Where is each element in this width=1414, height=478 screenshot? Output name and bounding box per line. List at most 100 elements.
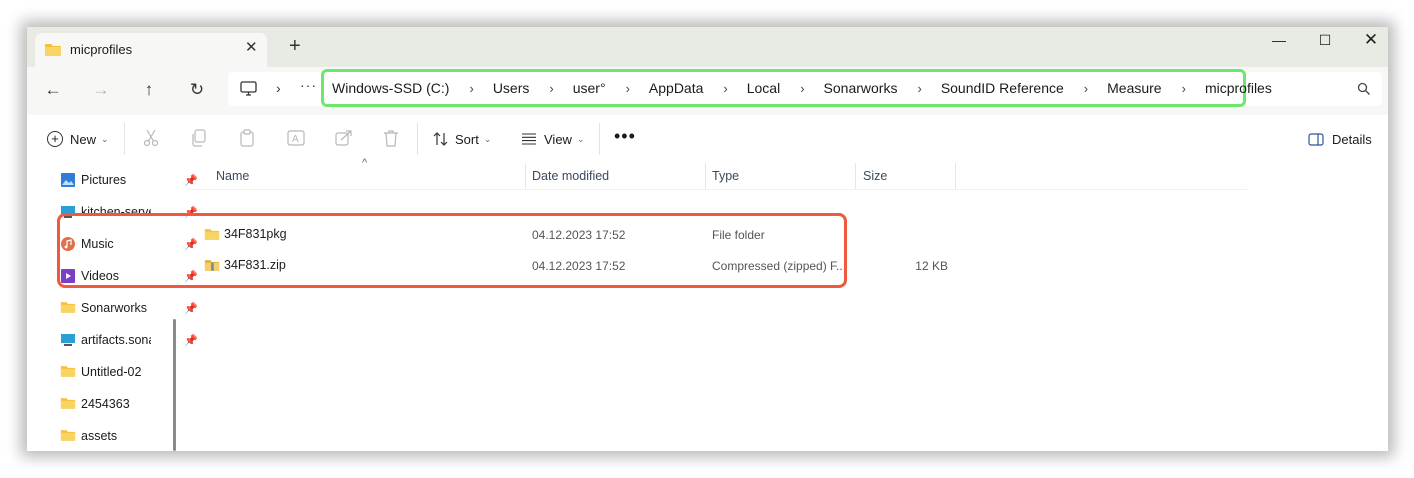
sidebar-item-2454363[interactable]: 2454363 — [60, 393, 170, 415]
breadcrumb-separator[interactable]: › — [917, 81, 921, 96]
breadcrumb-separator[interactable]: › — [1182, 81, 1186, 96]
new-button[interactable]: + New ⌄ — [47, 127, 109, 151]
paste-icon[interactable] — [239, 129, 255, 152]
breadcrumb-item[interactable]: Local — [747, 80, 780, 96]
breadcrumb-item[interactable]: AppData — [649, 80, 703, 96]
tab-micprofiles[interactable]: micprofiles ✕ — [35, 33, 267, 67]
view-icon — [522, 133, 536, 145]
sidebar-scrollbar[interactable] — [173, 319, 176, 451]
folder-icon — [204, 227, 220, 244]
folder-icon — [60, 428, 76, 444]
close-tab-button[interactable]: ✕ — [245, 38, 258, 56]
chevron-down-icon: ⌄ — [483, 133, 492, 144]
up-button[interactable]: ↑ — [137, 79, 161, 103]
zip-folder-icon — [204, 258, 220, 275]
column-divider[interactable] — [705, 163, 706, 189]
file-name: 34F831.zip — [224, 258, 286, 272]
rename-icon[interactable]: A — [287, 129, 305, 152]
details-pane-icon — [1308, 132, 1324, 146]
maximize-button[interactable]: ☐ — [1302, 27, 1348, 55]
sidebar-item-untitled-02[interactable]: Untitled-02 — [60, 361, 170, 383]
toolbar-divider — [124, 123, 125, 155]
music-icon — [60, 236, 76, 252]
svg-text:A: A — [292, 134, 299, 145]
sort-button[interactable]: Sort ⌄ — [433, 127, 491, 151]
close-window-button[interactable]: ✕ — [1348, 27, 1388, 55]
details-button[interactable]: Details — [1308, 127, 1372, 151]
table-row[interactable]: 34F831.zip 04.12.2023 17:52 Compressed (… — [197, 252, 957, 280]
search-icon[interactable] — [1357, 82, 1371, 101]
file-list: ^ Name Date modified Type Size 34F831pkg… — [187, 157, 1388, 451]
sidebar-item-kitchen-server[interactable]: kitchen-server 📌 — [60, 201, 198, 223]
table-row[interactable]: 34F831pkg 04.12.2023 17:52 File folder — [197, 221, 957, 249]
more-options-button[interactable]: ••• — [614, 124, 636, 148]
share-icon[interactable] — [335, 129, 353, 152]
breadcrumb-separator[interactable]: › — [626, 81, 630, 96]
breadcrumb-separator[interactable]: › — [723, 81, 727, 96]
cut-icon[interactable] — [143, 129, 159, 152]
forward-button[interactable]: → — [89, 79, 113, 103]
view-button[interactable]: View ⌄ — [521, 127, 585, 151]
breadcrumb-separator[interactable]: › — [549, 81, 553, 96]
plus-icon: + — [47, 131, 63, 147]
breadcrumb-item-current[interactable]: micprofiles — [1205, 80, 1272, 96]
breadcrumb-item[interactable]: user° — [573, 80, 606, 96]
file-explorer-window: micprofiles ✕ + — ☐ ✕ ← → ↑ ↻ › ··· Wind… — [27, 27, 1388, 451]
breadcrumb-item[interactable]: Sonarworks — [824, 80, 898, 96]
network-drive-icon — [60, 204, 76, 220]
sidebar-item-artifacts[interactable]: artifacts.sonarworks 📌 — [60, 329, 198, 351]
new-tab-button[interactable]: + — [289, 35, 301, 58]
copy-icon[interactable] — [191, 129, 207, 152]
breadcrumb-item[interactable]: Users — [493, 80, 530, 96]
sort-ascending-icon: ^ — [362, 157, 368, 169]
sidebar-item-videos[interactable]: Videos 📌 — [60, 265, 198, 287]
back-button[interactable]: ← — [41, 79, 65, 103]
file-date: 04.12.2023 17:52 — [532, 228, 626, 242]
sidebar-item-pictures[interactable]: Pictures 📌 — [60, 169, 198, 191]
pictures-icon — [60, 172, 76, 188]
videos-icon — [60, 268, 76, 284]
sidebar-item-assets[interactable]: assets — [60, 425, 170, 447]
sort-label: Sort — [455, 131, 479, 147]
delete-icon[interactable] — [383, 129, 399, 152]
sort-icon — [433, 132, 448, 146]
folder-icon — [60, 364, 76, 380]
toolbar-divider — [417, 123, 418, 155]
folder-icon — [60, 396, 76, 412]
refresh-button[interactable]: ↻ — [185, 79, 209, 103]
breadcrumb-separator[interactable]: › — [276, 80, 281, 96]
details-label: Details — [1332, 131, 1372, 147]
breadcrumb-item[interactable]: SoundID Reference — [941, 80, 1064, 96]
address-row: ← → ↑ ↻ › ··· Windows-SSD (C:) › Users ›… — [27, 67, 1388, 115]
file-type: File folder — [712, 228, 765, 242]
column-header-name[interactable]: Name — [216, 163, 249, 189]
breadcrumb-overflow-button[interactable]: ··· — [300, 77, 317, 93]
chevron-down-icon: ⌄ — [576, 133, 585, 144]
address-bar[interactable]: › ··· Windows-SSD (C:) › Users › user° ›… — [228, 69, 1382, 107]
column-header-type[interactable]: Type — [712, 163, 739, 189]
breadcrumb-item[interactable]: Measure — [1107, 80, 1161, 96]
minimize-button[interactable]: — — [1256, 27, 1302, 55]
breadcrumb-separator[interactable]: › — [1084, 81, 1088, 96]
header-divider — [187, 189, 1247, 190]
new-label: New — [70, 131, 97, 147]
command-bar: + New ⌄ A Sort ⌄ View ⌄ ••• Details — [27, 115, 1388, 163]
column-divider[interactable] — [855, 163, 856, 189]
column-header-date[interactable]: Date modified — [532, 163, 609, 189]
breadcrumb-separator[interactable]: › — [469, 81, 473, 96]
file-size: 12 KB — [915, 259, 948, 273]
folder-icon — [60, 300, 76, 316]
file-date: 04.12.2023 17:52 — [532, 259, 626, 273]
file-name: 34F831pkg — [224, 227, 287, 241]
column-divider[interactable] — [955, 163, 956, 189]
sidebar-item-sonarworks[interactable]: Sonarworks 📌 — [60, 297, 198, 319]
sidebar-item-music[interactable]: Music 📌 — [60, 233, 198, 255]
column-header-size[interactable]: Size — [863, 163, 887, 189]
breadcrumb-item[interactable]: Windows-SSD (C:) — [332, 80, 449, 96]
column-divider[interactable] — [525, 163, 526, 189]
view-label: View — [544, 131, 572, 147]
breadcrumb-separator[interactable]: › — [800, 81, 804, 96]
this-pc-icon[interactable] — [240, 81, 257, 102]
chevron-down-icon: ⌄ — [101, 133, 109, 144]
folder-icon — [44, 42, 62, 62]
